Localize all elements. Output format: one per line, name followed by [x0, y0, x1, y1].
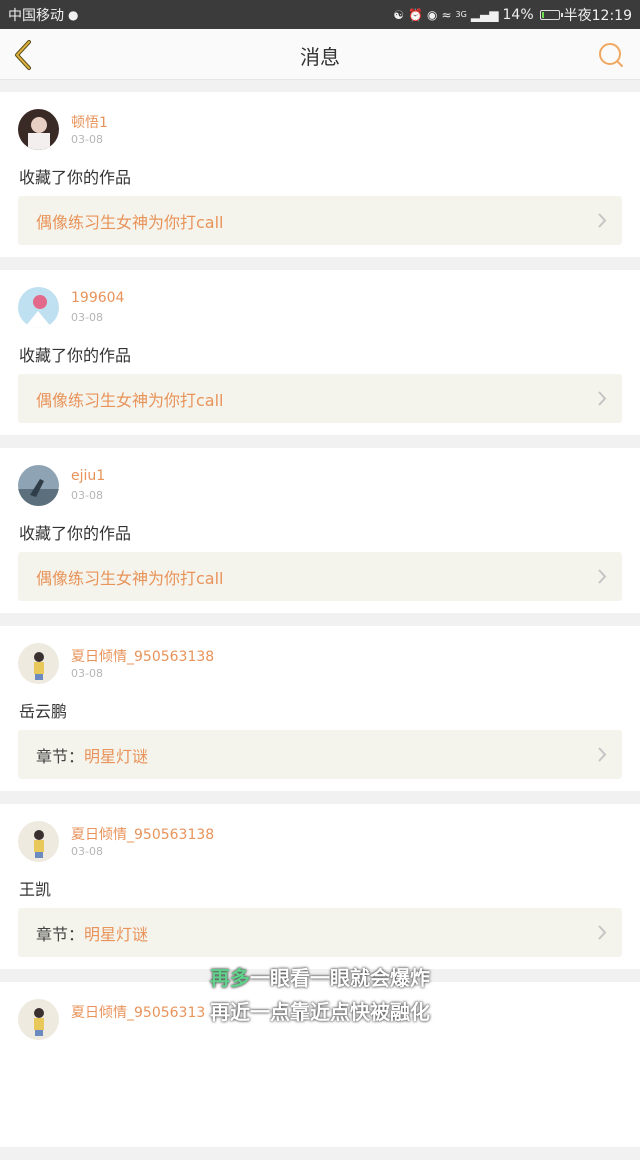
signal-flame-icon: ●: [68, 7, 79, 22]
overlay-caption-line2: 再近一点靠近点快被融化: [210, 1000, 430, 1024]
link-prefix: 章节：: [36, 924, 85, 944]
username[interactable]: 顿悟1: [71, 112, 108, 132]
chevron-right-icon: [598, 925, 607, 940]
message-date: 03-08: [71, 311, 103, 324]
avatar[interactable]: [18, 821, 59, 862]
message-text: 收藏了你的作品: [19, 168, 132, 187]
link-title: 明星灯谜: [84, 924, 149, 944]
chevron-right-icon: [598, 213, 607, 228]
search-button[interactable]: [598, 42, 624, 68]
work-link[interactable]: 偶像练习生女神为你打call: [18, 374, 622, 423]
username[interactable]: ejiu1: [71, 468, 105, 484]
message-card: 夏日倾情_950563138 03-08 岳云鹏 章节： 明星灯谜: [0, 626, 640, 791]
status-bar: 中国移动 ● ☯ ⏰ ◉ ≈ 3G ▂▄▆ 14% 半夜12:19: [0, 0, 640, 29]
message-date: 03-08: [71, 845, 103, 858]
chevron-right-icon: [598, 747, 607, 762]
battery-percent: 14%: [502, 6, 534, 23]
eye-icon: ◉: [426, 7, 438, 22]
battery-fill: [541, 11, 544, 18]
chapter-link[interactable]: 章节： 明星灯谜: [18, 730, 622, 779]
chevron-right-icon: [598, 391, 607, 406]
username[interactable]: 夏日倾情_950563138: [71, 646, 214, 666]
link-title: 偶像练习生女神为你打call: [36, 568, 224, 588]
chevron-right-icon: [598, 569, 607, 584]
message-card: 199604 03-08 收藏了你的作品 偶像练习生女神为你打call: [0, 270, 640, 435]
chapter-link[interactable]: 章节： 明星灯谜: [18, 908, 622, 957]
page-title: 消息: [300, 45, 340, 69]
message-date: 03-08: [71, 133, 103, 146]
avatar[interactable]: [18, 643, 59, 684]
battery-icon: [539, 9, 563, 20]
work-link[interactable]: 偶像练习生女神为你打call: [18, 552, 622, 601]
message-card: 夏日倾情_950563138 03-08 王凯 章节： 明星灯谜: [0, 804, 640, 969]
clock-time: 半夜12:19: [563, 7, 632, 24]
caption-highlight: 再多: [210, 966, 250, 990]
avatar[interactable]: [18, 109, 59, 150]
message-date: 03-08: [71, 489, 103, 502]
cell-signal-icon: ▂▄▆: [470, 7, 499, 22]
link-prefix: 章节：: [36, 746, 85, 766]
nfc-icon: ☯: [393, 7, 405, 22]
message-card: ejiu1 03-08 收藏了你的作品 偶像练习生女神为你打call: [0, 448, 640, 613]
message-text: 收藏了你的作品: [19, 524, 132, 543]
caption-rest: 一眼看一眼就会爆炸: [250, 966, 430, 990]
username[interactable]: 夏日倾情_950563138: [71, 824, 214, 844]
wifi-icon: ≈: [441, 7, 452, 22]
avatar[interactable]: [18, 465, 59, 506]
work-link[interactable]: 偶像练习生女神为你打call: [18, 196, 622, 245]
link-title: 偶像练习生女神为你打call: [36, 212, 224, 232]
link-title: 偶像练习生女神为你打call: [36, 390, 224, 410]
username[interactable]: 199604: [71, 290, 124, 306]
message-date: 03-08: [71, 667, 103, 680]
overlay-caption-line1: 再多一眼看一眼就会爆炸: [0, 962, 640, 991]
alarm-icon: ⏰: [408, 7, 423, 22]
message-text: 岳云鹏: [19, 702, 68, 721]
search-icon[interactable]: [598, 42, 624, 68]
message-text: 王凯: [19, 880, 52, 899]
top-bar: 消息: [0, 29, 640, 80]
message-text: 收藏了你的作品: [19, 346, 132, 365]
avatar[interactable]: [18, 287, 59, 328]
link-title: 明星灯谜: [84, 746, 149, 766]
message-card: 顿悟1 03-08 收藏了你的作品 偶像练习生女神为你打call: [0, 92, 640, 257]
network-type-label: 3G: [455, 10, 467, 19]
carrier-label: 中国移动: [8, 7, 64, 24]
